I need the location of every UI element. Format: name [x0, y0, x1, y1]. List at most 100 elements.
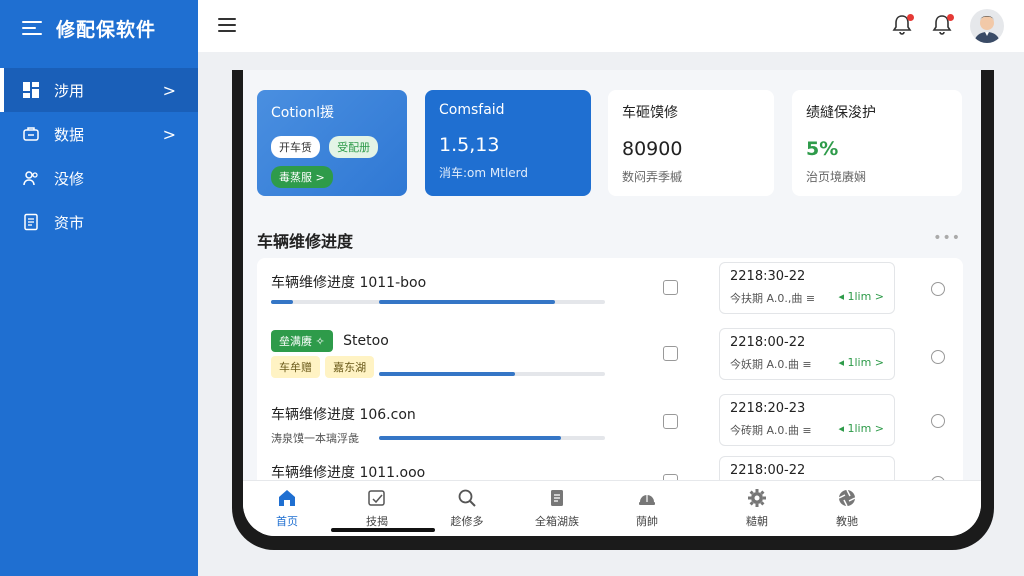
home-icon [247, 487, 327, 509]
stat-label: 绩縫保浚护 [806, 105, 876, 121]
edit-icon [337, 487, 417, 509]
row-name: Stetoo [343, 333, 389, 349]
list-item[interactable]: 车辆维修进度 106.con 涛泉馍一本璃浮彘 2218:20-23 今砖期 A… [257, 390, 963, 454]
menu-icon[interactable] [22, 21, 42, 35]
bell-icon[interactable] [932, 14, 954, 38]
users-icon [22, 169, 40, 187]
row-subtext: 涛泉馍一本璃浮彘 [271, 432, 359, 445]
sidebar-nav: 涉用 > 数据 > 没修 资市 [0, 68, 198, 244]
list-item[interactable]: 垒满赓 ✧ Stetoo 车牟赠 嘉东湖 2218:00-22 今妖期 A.0.… [257, 322, 963, 386]
sidebar-item-label: 资市 [54, 213, 85, 232]
notification-dot [907, 14, 914, 21]
row-name: 车辆维修进度 1011.ooo [271, 465, 426, 481]
chevron-right-icon: > [162, 124, 176, 144]
row-meta: 今砖期 A.0.曲 ≡ [730, 424, 812, 437]
search-icon [427, 487, 507, 509]
dashboard-icon [22, 81, 40, 99]
row-meta-link[interactable]: ◂ 1lim > [838, 290, 884, 306]
stat-label: Comsfaid [439, 102, 505, 118]
row-checkbox[interactable] [663, 280, 678, 295]
progress-bar [379, 436, 605, 440]
sidebar-item-1[interactable]: 数据 > [0, 112, 198, 156]
row-checkbox[interactable] [663, 414, 678, 429]
pill: 毒蒸服 > [271, 166, 333, 188]
clipboard-icon [517, 487, 597, 509]
sidebar-item-2[interactable]: 没修 [0, 156, 198, 200]
sidebar-item-label: 涉用 [54, 81, 85, 100]
tab-label: 糙朝 [746, 515, 768, 528]
stat-label: 车砸馍修 [622, 105, 678, 121]
tab-1[interactable]: 技揭 [337, 487, 417, 529]
aperture-icon [807, 487, 887, 509]
date-box[interactable]: 2218:20-23 今砖期 A.0.曲 ≡ ◂ 1lim > [719, 394, 895, 446]
app-title: 修配保软件 [56, 18, 157, 41]
notification-dot [947, 14, 954, 21]
bell-icon[interactable] [892, 14, 914, 38]
sidebar-item-3[interactable]: 资市 [0, 200, 198, 244]
briefcase-icon [22, 125, 40, 143]
tab-2[interactable]: 趁修多 [427, 487, 507, 529]
chevron-right-icon: > [162, 80, 176, 100]
gear-icon [717, 487, 797, 509]
avatar[interactable] [970, 9, 1004, 43]
tab-label: 首页 [276, 515, 298, 528]
sidebar: 修配保软件 涉用 > 数据 > 没修 资市 [0, 0, 198, 576]
progress-bar [379, 372, 605, 376]
row-name: 车辆维修进度 106.con [271, 407, 416, 423]
row-date: 2218:20-23 [730, 401, 806, 416]
list-item[interactable]: 车辆维修进度 1011-boo 2218:30-22 今扶期 A.0.,曲 ≡ ◂… [257, 258, 963, 322]
stat-card-3[interactable]: 绩縫保浚护 5% 治页境赓娴 [792, 90, 962, 196]
tag: 嘉东湖 [325, 356, 375, 378]
tab-3[interactable]: 全箱湖族 [517, 487, 597, 529]
brand: 修配保软件 [0, 0, 198, 56]
stat-sub: 消车:om Mtlerd [439, 166, 529, 180]
document-icon [22, 213, 40, 231]
stat-pills: 毒蒸服 > [271, 166, 393, 188]
stat-sub: 治页境赓娴 [806, 170, 867, 184]
progress-fill [379, 436, 561, 440]
row-meta-link[interactable]: ◂ 1lim > [838, 422, 884, 438]
more-icon[interactable]: ••• [933, 230, 961, 246]
progress-bar [271, 300, 605, 304]
row-meta-link[interactable]: ◂ 1lim > [838, 356, 884, 372]
row-meta: 今扶期 A.0.,曲 ≡ [730, 292, 816, 305]
progress-fill [379, 372, 515, 376]
pill: 开车赁 [271, 136, 320, 158]
progress-fill [379, 300, 555, 304]
sidebar-item-0[interactable]: 涉用 > [0, 68, 198, 112]
tab-label: 趁修多 [450, 515, 484, 528]
stat-label: Cotionl援 [271, 105, 335, 121]
hamburger-icon[interactable] [218, 17, 236, 33]
row-date: 2218:00-22 [730, 335, 806, 350]
row-radio[interactable] [931, 282, 945, 296]
progress-fill [271, 300, 293, 304]
stat-value: 1.5,13 [439, 134, 500, 156]
date-box[interactable]: 2218:30-22 今扶期 A.0.,曲 ≡ ◂ 1lim > [719, 262, 895, 314]
tab-6[interactable]: 教驰 [807, 487, 887, 529]
tag: 车牟赠 [271, 356, 320, 378]
row-date: 2218:30-22 [730, 269, 806, 284]
topbar [198, 0, 1024, 52]
tab-4[interactable]: 荫帥 [607, 487, 687, 529]
stat-sub: 数闷弄季槭 [622, 170, 683, 184]
row-radio[interactable] [931, 414, 945, 428]
stat-card-0[interactable]: Cotionl援 开车赁 受配册 毒蒸服 > [257, 90, 407, 196]
row-name: 车辆维修进度 1011-boo [271, 275, 427, 291]
tab-home[interactable]: 首页 [247, 487, 327, 529]
status-badge: 垒满赓 ✧ [271, 330, 333, 352]
tab-label: 荫帥 [636, 515, 658, 528]
stat-card-2[interactable]: 车砸馍修 80900 数闷弄季槭 [608, 90, 774, 196]
home-indicator [331, 528, 435, 532]
sidebar-item-label: 数据 [54, 125, 85, 144]
list-icon[interactable] [663, 346, 678, 361]
repair-list: 车辆维修进度 1011-boo 2218:30-22 今扶期 A.0.,曲 ≡ ◂… [257, 258, 963, 508]
row-date: 2218:00-22 [730, 463, 806, 478]
stat-card-1[interactable]: Comsfaid 1.5,13 消车:om Mtlerd [425, 90, 591, 196]
tab-label: 教驰 [836, 515, 858, 528]
date-box[interactable]: 2218:00-22 今妖期 A.0.曲 ≡ ◂ 1lim > [719, 328, 895, 380]
tab-5[interactable]: 糙朝 [717, 487, 797, 529]
phone-screen: Cotionl援 开车赁 受配册 毒蒸服 > Comsfaid 1.5,13 消… [243, 70, 981, 536]
row-meta: 今妖期 A.0.曲 ≡ [730, 358, 812, 371]
helmet-icon [607, 487, 687, 509]
row-radio[interactable] [931, 350, 945, 364]
